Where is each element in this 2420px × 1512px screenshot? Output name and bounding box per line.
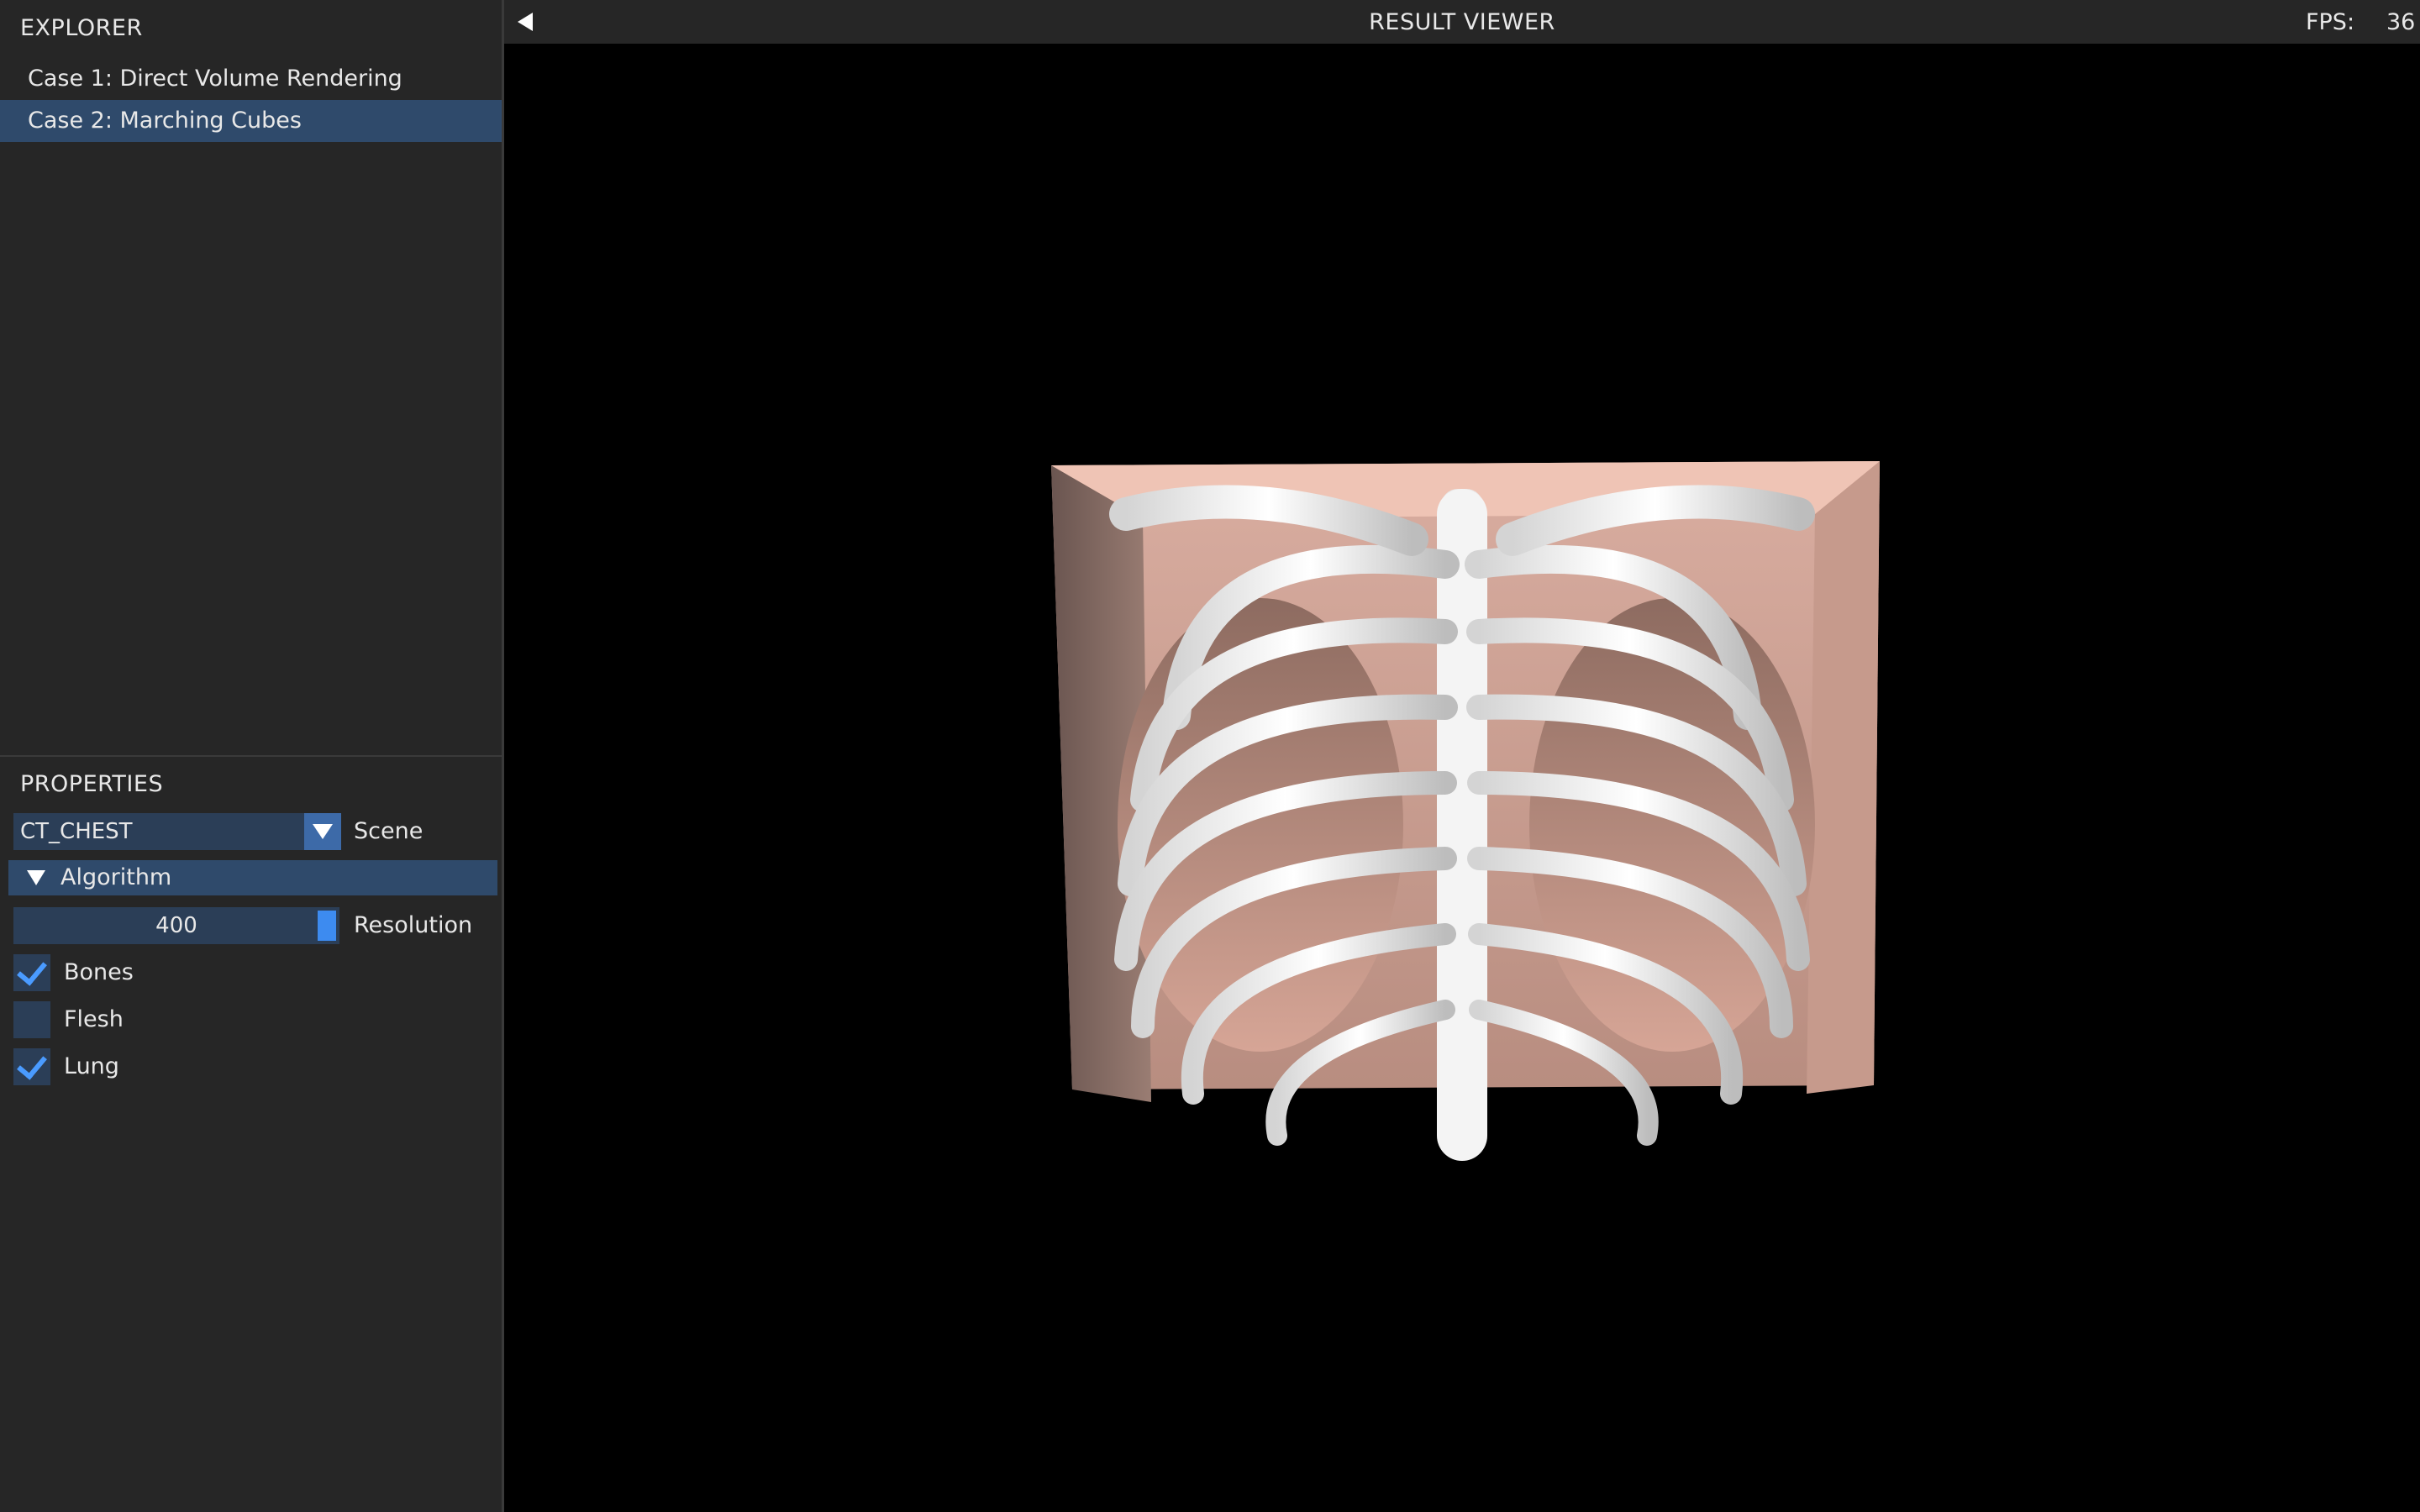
flesh-label: Flesh [64,1006,124,1032]
viewer-title-bar: RESULT VIEWER FPS: 36 [504,0,2420,44]
lung-checkbox[interactable] [13,1048,50,1085]
resolution-value: 400 [155,913,197,938]
panel-divider[interactable] [0,755,502,757]
scene-label: Scene [354,818,424,844]
lung-label: Lung [64,1053,119,1079]
resolution-slider-handle[interactable] [318,911,336,941]
fps-label: FPS: [2306,9,2355,35]
flesh-checkbox[interactable] [13,1001,50,1038]
scene-dropdown-button[interactable] [304,813,341,850]
resolution-slider[interactable]: 400 [13,907,339,944]
bones-label: Bones [64,959,134,985]
scene-combo-value: CT_CHEST [20,819,133,844]
expand-arrow-icon [27,870,45,885]
checkmark-icon [17,954,47,986]
properties-title: PROPERTIES [20,771,164,797]
chevron-down-icon [313,824,333,839]
scene-combo[interactable]: CT_CHEST [13,813,341,850]
algorithm-header-label: Algorithm [60,864,172,890]
bones-checkbox[interactable] [13,954,50,991]
algorithm-header[interactable]: Algorithm [8,860,497,895]
viewer-title: RESULT VIEWER [1369,9,1555,35]
case-item-direct-volume-rendering[interactable]: Case 1: Direct Volume Rendering [0,58,502,100]
result-viewport[interactable] [504,44,2420,1512]
resolution-label: Resolution [354,912,473,938]
chest-ct-render [1051,461,1880,1161]
collapse-sidebar-icon[interactable] [518,13,533,31]
sidebar: EXPLORER Case 1: Direct Volume Rendering… [0,0,504,1512]
case-item-marching-cubes[interactable]: Case 2: Marching Cubes [0,100,502,142]
explorer-title: EXPLORER [20,15,143,41]
checkmark-icon [17,1048,47,1080]
fps-value: 36 [2386,9,2416,35]
